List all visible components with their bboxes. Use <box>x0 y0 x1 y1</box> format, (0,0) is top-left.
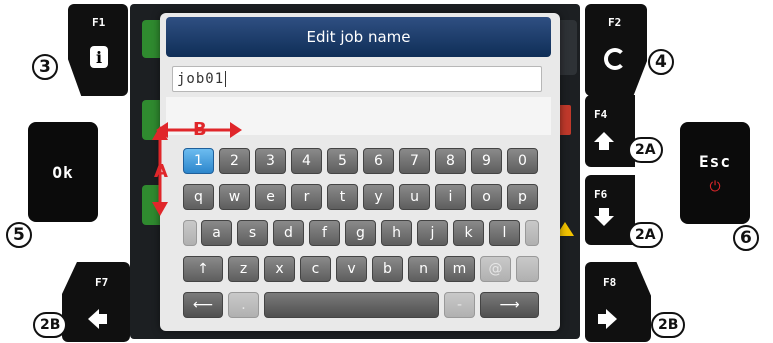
key-shift[interactable]: ↑ <box>183 256 223 282</box>
arrow-up-icon <box>594 132 614 142</box>
key-spacer-left <box>183 220 197 246</box>
arrow-down-icon <box>594 216 614 226</box>
ok-label: Ok <box>52 162 74 182</box>
power-icon: ⏻ <box>709 178 721 195</box>
job-name-value: job01 <box>177 71 225 87</box>
f7-button[interactable] <box>62 262 130 342</box>
f4-label: F4 <box>594 108 608 121</box>
arrow-left-stem <box>99 314 107 324</box>
key-6[interactable]: 6 <box>363 148 394 174</box>
key-v[interactable]: v <box>336 256 367 282</box>
arrow-down-stem <box>599 208 609 216</box>
f4-button[interactable] <box>585 95 635 167</box>
key-7[interactable]: 7 <box>399 148 430 174</box>
badge-f1: 3 <box>32 54 58 80</box>
f8-label: F8 <box>603 276 617 289</box>
arrow-right-icon <box>606 309 617 329</box>
key-i[interactable]: i <box>435 184 466 210</box>
key-9[interactable]: 9 <box>471 148 502 174</box>
key-8[interactable]: 8 <box>435 148 466 174</box>
key-x[interactable]: x <box>264 256 295 282</box>
label-b: B <box>193 119 207 140</box>
key-u[interactable]: u <box>399 184 430 210</box>
badge-f4: 2A <box>628 137 663 163</box>
label-a: A <box>154 161 168 182</box>
key-3[interactable]: 3 <box>255 148 286 174</box>
f8-button[interactable] <box>585 262 651 342</box>
refresh-icon <box>604 48 626 70</box>
ok-button[interactable]: Ok <box>28 122 98 222</box>
f1-label: F1 <box>92 16 106 29</box>
arrow-left-icon <box>88 309 99 329</box>
key-n[interactable]: n <box>408 256 439 282</box>
text-caret <box>225 71 227 87</box>
badge-ok: 5 <box>6 222 32 248</box>
arrow-right-stem <box>598 314 606 324</box>
key-5[interactable]: 5 <box>327 148 358 174</box>
key-0[interactable]: 0 <box>507 148 538 174</box>
key-o[interactable]: o <box>471 184 502 210</box>
key-t[interactable]: t <box>327 184 358 210</box>
key-s[interactable]: s <box>237 220 268 246</box>
job-name-input[interactable]: job01 <box>172 66 542 92</box>
badge-f7: 2B <box>33 312 68 338</box>
key-g[interactable]: g <box>345 220 376 246</box>
esc-button[interactable]: Esc ⏻ <box>680 122 750 224</box>
key-h[interactable]: h <box>381 220 412 246</box>
key-e[interactable]: e <box>255 184 286 210</box>
info-icon: i <box>90 46 108 68</box>
key-l[interactable]: l <box>489 220 520 246</box>
key-r[interactable]: r <box>291 184 322 210</box>
key-forward[interactable]: ⟶ <box>480 292 539 318</box>
badge-f6: 2A <box>628 222 663 248</box>
key-z[interactable]: z <box>228 256 259 282</box>
key-spacer-row4 <box>516 256 539 282</box>
f7-label: F7 <box>95 276 109 289</box>
key-space[interactable] <box>264 292 439 318</box>
dialog-title: Edit job name <box>166 17 551 57</box>
esc-label: Esc <box>699 151 731 171</box>
key-dot[interactable]: . <box>228 292 259 318</box>
key-spacer-right <box>525 220 539 246</box>
f6-label: F6 <box>594 188 608 201</box>
key-m[interactable]: m <box>444 256 475 282</box>
key-f[interactable]: f <box>309 220 340 246</box>
key-y[interactable]: y <box>363 184 394 210</box>
dialog-title-text: Edit job name <box>306 28 411 46</box>
arrow-up-stem <box>599 142 609 150</box>
key-dash[interactable]: - <box>444 292 475 318</box>
key-p[interactable]: p <box>507 184 538 210</box>
key-j[interactable]: j <box>417 220 448 246</box>
badge-esc: 6 <box>733 225 759 251</box>
key-d[interactable]: d <box>273 220 304 246</box>
badge-f2: 4 <box>648 49 674 75</box>
key-a[interactable]: a <box>201 220 232 246</box>
badge-f8: 2B <box>651 312 686 338</box>
key-c[interactable]: c <box>300 256 331 282</box>
key-at[interactable]: @ <box>480 256 511 282</box>
f2-label: F2 <box>608 16 622 29</box>
key-k[interactable]: k <box>453 220 484 246</box>
key-4[interactable]: 4 <box>291 148 322 174</box>
key-b[interactable]: b <box>372 256 403 282</box>
key-backspace[interactable]: ⟵ <box>183 292 223 318</box>
